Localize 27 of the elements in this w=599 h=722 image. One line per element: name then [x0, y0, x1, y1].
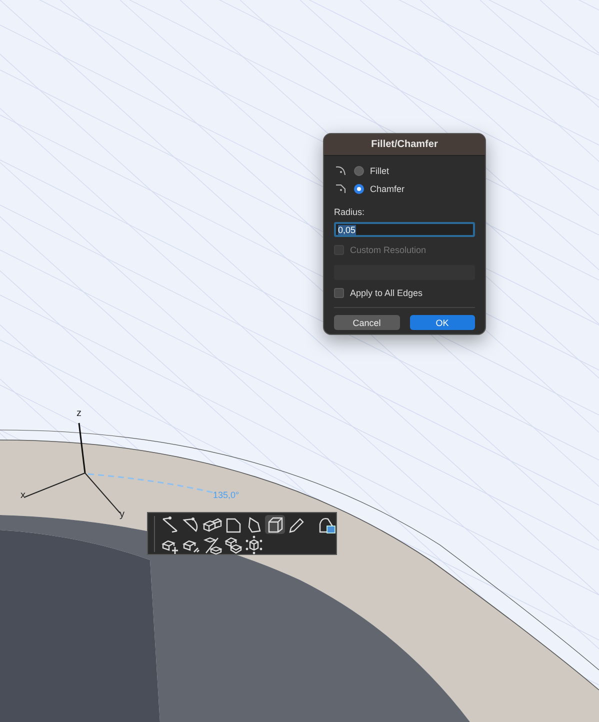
ok-button[interactable]: OK [410, 315, 475, 330]
axis-label: x [20, 490, 26, 501]
radio-button[interactable] [354, 184, 364, 194]
tool-button[interactable] [202, 535, 222, 554]
checkbox[interactable] [334, 288, 344, 298]
radius-label: Radius: [334, 207, 366, 217]
cancel-button[interactable]: Cancel [334, 315, 400, 330]
tool-button[interactable] [244, 535, 264, 554]
tool-button[interactable] [223, 535, 243, 554]
radius-field[interactable]: 0,05 [334, 222, 475, 237]
fillet-icon [334, 165, 348, 177]
option-label: Chamfer [370, 184, 405, 194]
stacked-boxes-icon [223, 534, 243, 554]
line-tool-icon [160, 514, 180, 534]
axis-label: z [76, 408, 82, 419]
checkbox-label: Custom Resolution [350, 245, 426, 255]
chamfer-icon [334, 183, 348, 195]
split-boxes-icon [202, 534, 222, 554]
axis-label: y [120, 509, 124, 520]
dialog-title: Fillet/Chamfer [324, 134, 485, 156]
radio-button[interactable] [354, 166, 364, 176]
option-label: Fillet [370, 166, 390, 176]
tool-button[interactable] [265, 515, 285, 534]
cube-dots-icon [244, 534, 264, 554]
angle-label: 135,0° [213, 490, 240, 500]
tool-button[interactable] [160, 515, 180, 534]
checkbox-label: Apply to All Edges [350, 288, 423, 298]
